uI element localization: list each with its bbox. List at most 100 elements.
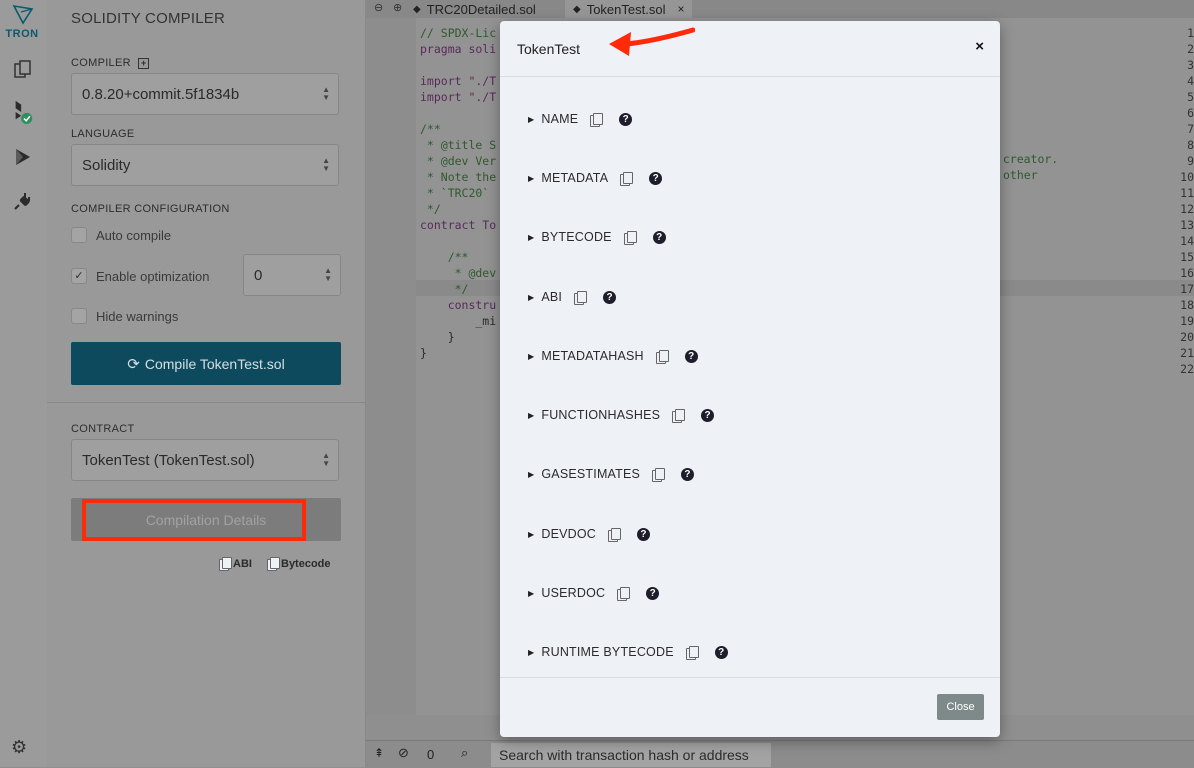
copy-icon[interactable] bbox=[652, 467, 666, 482]
help-icon[interactable]: ? bbox=[684, 349, 698, 363]
plugin-manager-icon[interactable] bbox=[11, 189, 35, 213]
detail-item-abi[interactable]: ▶ ABI? bbox=[528, 290, 617, 305]
code-line: // SPDX-Lic bbox=[420, 26, 497, 40]
tab-trc20detailed[interactable]: ◆ TRC20Detailed.sol bbox=[413, 0, 536, 18]
detail-item-metadata[interactable]: ▶ METADATA? bbox=[528, 171, 663, 186]
help-icon[interactable]: ? bbox=[646, 586, 660, 600]
caret-right-icon[interactable]: ▶ bbox=[528, 589, 534, 598]
language-select[interactable]: Solidity ▲ ▼ bbox=[71, 144, 339, 186]
copy-icon[interactable] bbox=[623, 230, 637, 245]
copy-icon[interactable] bbox=[574, 290, 588, 305]
line-number: 8 bbox=[1187, 138, 1194, 152]
caret-right-icon[interactable]: ▶ bbox=[528, 411, 534, 420]
close-tab-icon[interactable]: × bbox=[677, 2, 684, 16]
close-button[interactable]: Close bbox=[937, 694, 984, 720]
help-icon[interactable]: ? bbox=[619, 112, 633, 126]
detail-item-label: DEVDOC bbox=[541, 527, 597, 541]
copy-icon[interactable] bbox=[672, 408, 686, 423]
icon-sidebar: TRON bbox=[0, 0, 48, 767]
help-icon[interactable]: ? bbox=[681, 467, 695, 481]
enable-optimization-checkbox[interactable]: ✓ bbox=[71, 268, 87, 284]
detail-item-devdoc[interactable]: ▶ DEVDOC? bbox=[528, 527, 651, 542]
zoom-in-icon[interactable]: ⊕ bbox=[393, 1, 402, 14]
compiler-panel: SOLIDITY COMPILER COMPILER + 0.8.20+comm… bbox=[47, 0, 366, 767]
hide-warnings-option[interactable]: Hide warnings bbox=[71, 308, 178, 324]
enable-optimization-option[interactable]: ✓ Enable optimization bbox=[71, 268, 209, 284]
code-line: */ bbox=[420, 202, 441, 216]
line-number: 20 bbox=[1180, 330, 1194, 344]
caret-right-icon[interactable]: ▶ bbox=[528, 530, 534, 539]
copy-icon[interactable] bbox=[617, 586, 631, 601]
auto-compile-option[interactable]: Auto compile bbox=[71, 227, 171, 243]
panel-divider bbox=[47, 402, 365, 403]
optimization-runs-input[interactable]: 0 ▲ ▼ bbox=[243, 254, 341, 296]
copy-icon[interactable] bbox=[608, 527, 622, 542]
line-number: 16 bbox=[1180, 266, 1194, 280]
deploy-run-icon[interactable] bbox=[11, 145, 35, 169]
line-number: 17 bbox=[1180, 282, 1194, 296]
caret-right-icon[interactable]: ▶ bbox=[528, 293, 534, 302]
caret-right-icon[interactable]: ▶ bbox=[528, 470, 534, 479]
help-icon[interactable]: ? bbox=[652, 230, 666, 244]
auto-compile-checkbox[interactable] bbox=[71, 227, 87, 243]
collapse-terminal-icon[interactable]: ⇞ bbox=[374, 746, 384, 760]
detail-item-metadatahash[interactable]: ▶ METADATAHASH? bbox=[528, 349, 698, 364]
code-line: */ bbox=[420, 282, 469, 296]
transaction-search-input[interactable]: Search with transaction hash or address bbox=[491, 743, 771, 767]
tab-tokentest[interactable]: ◆ TokenTest.sol × bbox=[565, 0, 693, 18]
editor-tab-bar: ⊖ ⊕ ◆ TRC20Detailed.sol ◆ TokenTest.sol … bbox=[366, 0, 1194, 18]
caret-right-icon[interactable]: ▶ bbox=[528, 233, 534, 242]
detail-item-gasestimates[interactable]: ▶ GASESTIMATES? bbox=[528, 467, 695, 482]
hide-warnings-checkbox[interactable] bbox=[71, 308, 87, 324]
detail-item-label: FUNCTIONHASHES bbox=[541, 408, 661, 422]
code-line: * @dev bbox=[420, 266, 497, 280]
line-number: 19 bbox=[1180, 314, 1194, 328]
detail-item-runtime-bytecode[interactable]: ▶ RUNTIME BYTECODE? bbox=[528, 645, 728, 660]
caret-right-icon[interactable]: ▶ bbox=[528, 115, 534, 124]
compiler-version-select[interactable]: 0.8.20+commit.5f1834b ▲ ▼ bbox=[71, 73, 339, 115]
detail-item-userdoc[interactable]: ▶ USERDOC? bbox=[528, 586, 660, 601]
copy-bytecode-link[interactable]: Bytecode bbox=[267, 557, 331, 571]
clear-console-icon[interactable]: ⊘ bbox=[398, 745, 409, 761]
code-line: import "./T bbox=[420, 90, 497, 104]
copy-icon[interactable] bbox=[590, 112, 604, 127]
zoom-out-icon[interactable]: ⊖ bbox=[374, 1, 383, 14]
detail-item-bytecode[interactable]: ▶ BYTECODE? bbox=[528, 230, 666, 245]
annotation-arrow-icon bbox=[609, 27, 695, 56]
copy-abi-link[interactable]: ABI bbox=[219, 557, 252, 571]
highlight-box bbox=[82, 499, 306, 541]
gear-icon[interactable]: ⚙ bbox=[11, 737, 31, 757]
compile-button[interactable]: ⟳ Compile TokenTest.sol bbox=[71, 342, 341, 385]
file-explorer-icon[interactable] bbox=[11, 57, 35, 81]
select-arrows-icon: ▲ ▼ bbox=[322, 85, 330, 102]
caret-right-icon[interactable]: ▶ bbox=[528, 648, 534, 657]
caret-right-icon[interactable]: ▶ bbox=[528, 174, 534, 183]
solidity-compiler-icon[interactable] bbox=[11, 100, 35, 124]
compiler-label: COMPILER + bbox=[71, 57, 150, 69]
copy-icon[interactable] bbox=[685, 645, 699, 660]
caret-right-icon[interactable]: ▶ bbox=[528, 352, 534, 361]
help-icon[interactable]: ? bbox=[649, 171, 663, 185]
contract-select[interactable]: TokenTest (TokenTest.sol) ▲ ▼ bbox=[71, 439, 339, 481]
help-icon[interactable]: ? bbox=[637, 527, 651, 541]
help-icon[interactable]: ? bbox=[714, 645, 728, 659]
detail-item-label: NAME bbox=[541, 112, 579, 126]
close-icon[interactable]: × bbox=[975, 38, 984, 55]
code-line: constru bbox=[420, 298, 497, 312]
tron-logo-icon bbox=[11, 2, 35, 26]
add-compiler-icon[interactable]: + bbox=[138, 58, 150, 69]
help-icon[interactable]: ? bbox=[603, 290, 617, 304]
line-number: 6 bbox=[1187, 106, 1194, 120]
line-number: 11 bbox=[1180, 186, 1194, 200]
solidity-file-icon: ◆ bbox=[573, 3, 581, 15]
copy-icon[interactable] bbox=[655, 349, 669, 364]
help-icon[interactable]: ? bbox=[701, 408, 715, 422]
code-line: import "./T bbox=[420, 74, 497, 88]
line-number: 5 bbox=[1187, 90, 1194, 104]
copy-icon[interactable] bbox=[620, 171, 634, 186]
code-overflow-text: other bbox=[1003, 168, 1038, 182]
detail-item-name[interactable]: ▶ NAME? bbox=[528, 112, 633, 127]
detail-item-label: METADATA bbox=[541, 171, 609, 185]
line-number: 21 bbox=[1180, 346, 1194, 360]
detail-item-functionhashes[interactable]: ▶ FUNCTIONHASHES? bbox=[528, 408, 715, 423]
